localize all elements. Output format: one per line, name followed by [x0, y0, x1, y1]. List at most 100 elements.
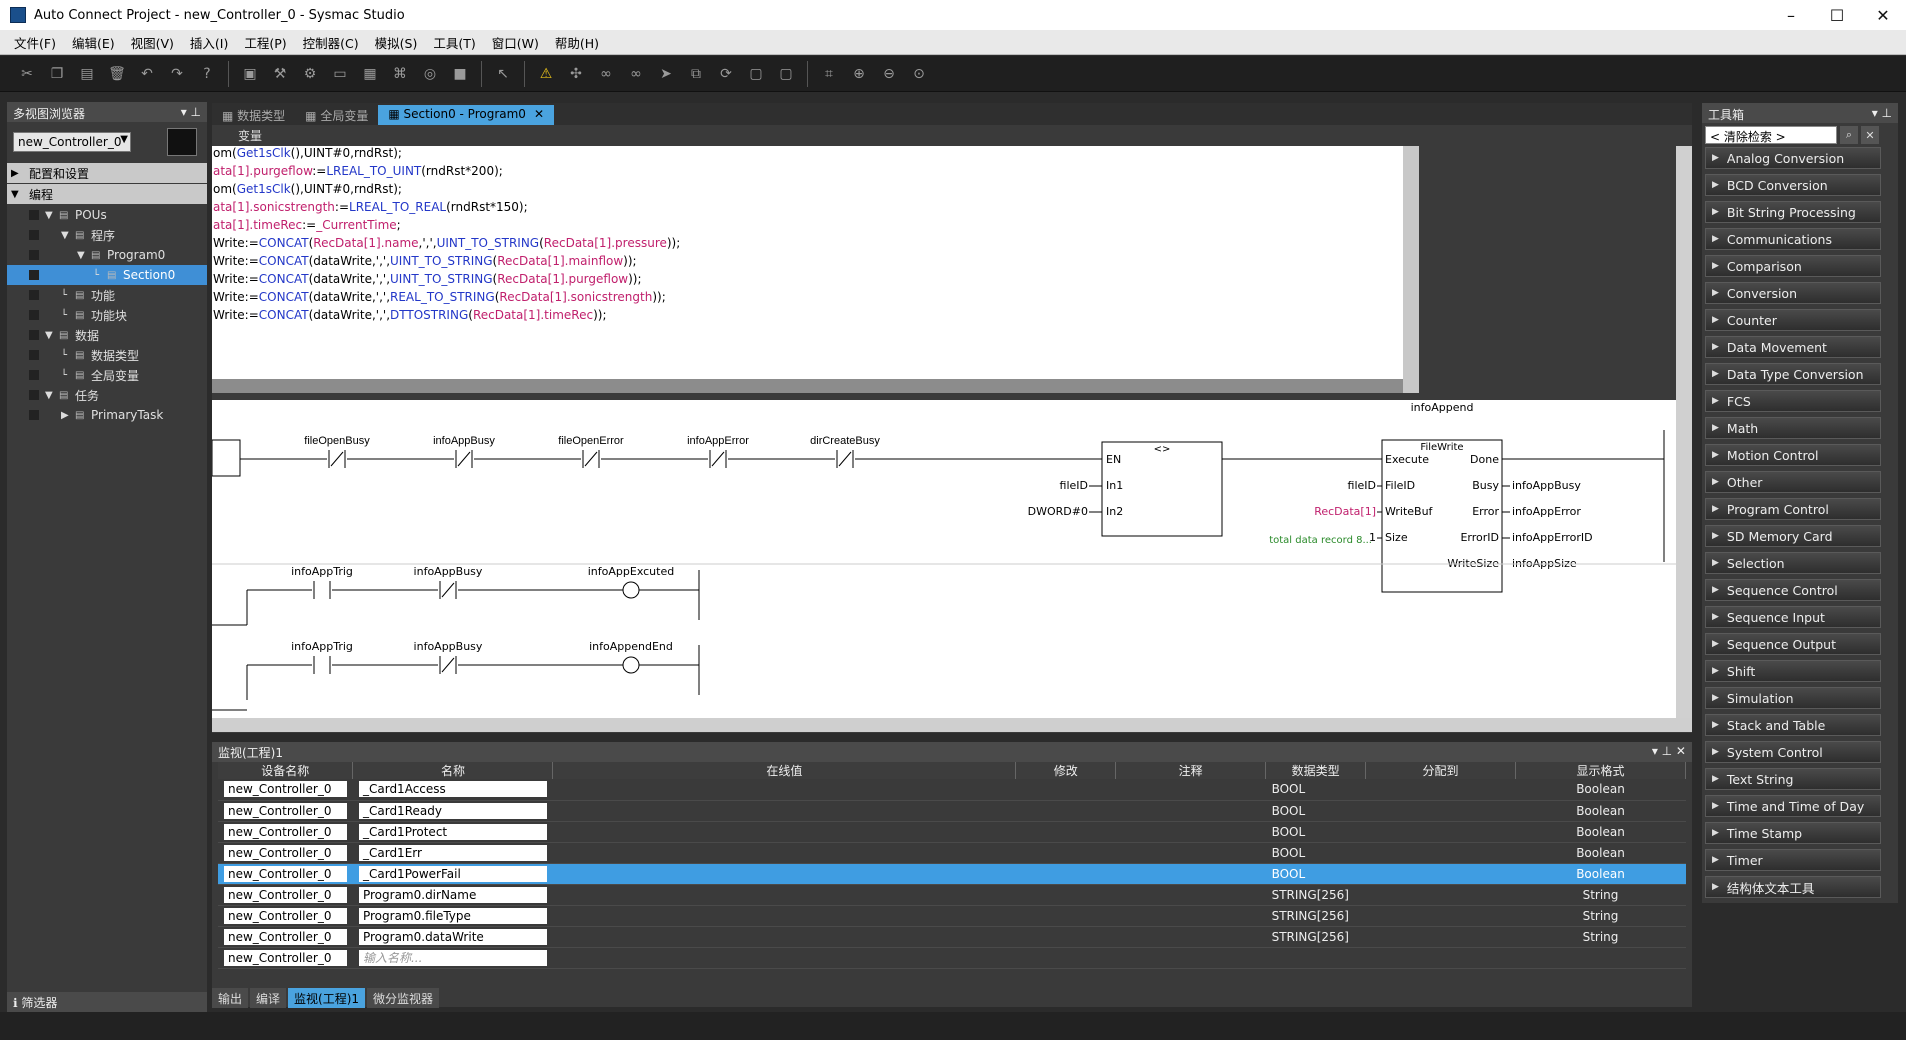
zoom-in-icon[interactable]: ⊕: [847, 62, 871, 86]
tree-checkbox[interactable]: [29, 410, 39, 420]
variable-name[interactable]: Program0.fileType: [358, 907, 547, 924]
fb-instance[interactable]: infoAppend: [1411, 401, 1474, 414]
watch-cell-format[interactable]: Boolean: [1515, 800, 1686, 822]
watch-cell-modify[interactable]: [1015, 884, 1116, 906]
cycle-icon[interactable]: ⟳: [714, 62, 738, 86]
contact-label[interactable]: fileOpenError: [558, 435, 624, 447]
variable-name[interactable]: Program0.dirName: [358, 886, 547, 903]
editor-tab[interactable]: ▦ 数据类型: [212, 105, 295, 125]
tree-item[interactable]: ▼ ▤ 数据: [7, 325, 207, 345]
tree-item[interactable]: ▼ 编程: [7, 184, 207, 204]
contact-label[interactable]: infoAppBusy: [414, 640, 483, 653]
device-name[interactable]: new_Controller_0: [224, 949, 347, 966]
bottom-tab[interactable]: 监视(工程)1: [288, 988, 366, 1008]
toolbox-category[interactable]: ▶ Program Control: [1705, 498, 1881, 520]
contact-label[interactable]: dirCreateBusy: [810, 435, 880, 447]
glasses-x-icon[interactable]: ∞: [624, 62, 648, 86]
controller-toggle-button[interactable]: [167, 128, 197, 156]
minimize-button[interactable]: –: [1768, 0, 1814, 30]
toolbox-category[interactable]: ▶ Math: [1705, 417, 1881, 439]
pin-icon[interactable]: ▾ ⊥: [1872, 106, 1892, 120]
editor-tab[interactable]: ▦ Section0 - Program0 ✕: [378, 105, 555, 125]
watch-column-header[interactable]: 分配到: [1365, 762, 1516, 779]
fit-icon[interactable]: ⌗: [817, 62, 841, 86]
filter-bar[interactable]: ℹ 筛选器: [7, 992, 207, 1012]
zoom-out-icon[interactable]: ⊖: [877, 62, 901, 86]
st-vertical-scrollbar[interactable]: [1403, 146, 1419, 393]
variable-name[interactable]: _Card1Ready: [358, 802, 547, 819]
wrench-icon[interactable]: ⚒: [268, 62, 292, 86]
toolbox-category[interactable]: ▶ Comparison: [1705, 255, 1881, 277]
tree-checkbox[interactable]: [29, 210, 39, 220]
tree-checkbox[interactable]: [29, 330, 39, 340]
toolbox-category[interactable]: ▶ Shift: [1705, 660, 1881, 682]
tree-item[interactable]: ▼ ▤ 任务: [7, 385, 207, 405]
toolbox-category[interactable]: ▶ Text String: [1705, 768, 1881, 790]
menu-item-7[interactable]: 工具(T): [425, 33, 483, 52]
watch-cell-modify[interactable]: [1015, 905, 1116, 927]
fb-input-var[interactable]: fileID: [1348, 479, 1376, 492]
contact-label[interactable]: infoAppBusy: [414, 565, 483, 578]
tree-checkbox[interactable]: [29, 290, 39, 300]
st-horizontal-scrollbar[interactable]: [212, 379, 1403, 393]
watch-cell-format[interactable]: Boolean: [1515, 863, 1686, 885]
compare-icon[interactable]: ⧉: [684, 62, 708, 86]
cut-icon[interactable]: ✂: [15, 62, 39, 86]
menu-item-5[interactable]: 控制器(C): [295, 33, 367, 52]
toolbox-category[interactable]: ▶ Conversion: [1705, 282, 1881, 304]
toolbox-category[interactable]: ▶ Motion Control: [1705, 444, 1881, 466]
toolbox-category[interactable]: ▶ Sequence Input: [1705, 606, 1881, 628]
controller-select[interactable]: new_Controller_0 ▼: [13, 132, 131, 152]
menu-item-9[interactable]: 帮助(H): [547, 33, 607, 52]
clear-icon[interactable]: ✕: [1861, 126, 1879, 144]
watch-row[interactable]: new_Controller_0 Program0.fileType STRING[…: [218, 905, 1686, 927]
toolbox-category[interactable]: ▶ FCS: [1705, 390, 1881, 412]
fb-output-var[interactable]: infoAppError: [1512, 505, 1581, 518]
editor-horizontal-scrollbar[interactable]: [212, 718, 1692, 732]
coil[interactable]: [622, 581, 640, 599]
help-icon[interactable]: ?: [195, 62, 219, 86]
tree-icon[interactable]: ⌘: [388, 62, 412, 86]
fb-output-var[interactable]: infoAppErrorID: [1512, 531, 1593, 544]
variable-name[interactable]: _Card1Err: [358, 844, 547, 861]
toolbox-category[interactable]: ▶ Simulation: [1705, 687, 1881, 709]
bottom-tab[interactable]: 微分监视器: [367, 988, 440, 1008]
toolbox-category[interactable]: ▶ Sequence Control: [1705, 579, 1881, 601]
watch-column-header[interactable]: 修改: [1015, 762, 1117, 779]
copy-icon[interactable]: ❐: [45, 62, 69, 86]
device-name[interactable]: new_Controller_0: [224, 886, 347, 903]
variables-bar[interactable]: 变量: [212, 125, 1692, 143]
watch-column-header[interactable]: 在线值: [552, 762, 1017, 779]
watch-row[interactable]: new_Controller_0 Program0.dataWrite STRING…: [218, 926, 1686, 948]
tree-checkbox[interactable]: [29, 310, 39, 320]
tree-item[interactable]: └ ▤ 全局变量: [7, 365, 207, 385]
build-icon[interactable]: ▣: [238, 62, 262, 86]
watch-cell-format[interactable]: String: [1515, 884, 1686, 906]
tree-checkbox[interactable]: [29, 230, 39, 240]
maximize-button[interactable]: ☐: [1814, 0, 1860, 30]
contact-label[interactable]: infoAppTrig: [291, 640, 353, 653]
undo-icon[interactable]: ↶: [135, 62, 159, 86]
toolbox-category[interactable]: ▶ System Control: [1705, 741, 1881, 763]
watch-row[interactable]: new_Controller_0 _Card1Err BOOL Boolean: [218, 842, 1686, 864]
watch-column-header[interactable]: 注释: [1115, 762, 1267, 779]
fb-output-var[interactable]: infoAppBusy: [1512, 479, 1581, 492]
tree-item[interactable]: └ ▤ 功能块: [7, 305, 207, 325]
device-name[interactable]: new_Controller_0: [224, 907, 347, 924]
tree-checkbox[interactable]: [29, 350, 39, 360]
variable-name[interactable]: _Card1Access: [358, 781, 547, 798]
toolbox-category[interactable]: ▶ Timer: [1705, 849, 1881, 871]
toolbox-category[interactable]: ▶ Sequence Output: [1705, 633, 1881, 655]
toolbox-category[interactable]: ▶ Stack and Table: [1705, 714, 1881, 736]
pin-icon[interactable]: ▾ ⊥: [181, 105, 201, 119]
contact-label[interactable]: infoAppTrig: [291, 565, 353, 578]
watch-row[interactable]: new_Controller_0 _Card1PowerFail BOOL Boole…: [218, 863, 1686, 885]
tree-item[interactable]: ▼ ▤ 程序: [7, 225, 207, 245]
variable-name[interactable]: Program0.dataWrite: [358, 928, 547, 945]
chevron-down-icon[interactable]: ▼: [77, 250, 85, 261]
tree-item[interactable]: ▶ ▤ PrimaryTask: [7, 405, 207, 425]
layout2-icon[interactable]: ▢: [774, 62, 798, 86]
menu-item-8[interactable]: 窗口(W): [484, 33, 547, 52]
coil[interactable]: [622, 656, 640, 674]
toolbox-search-input[interactable]: < 清除检索 >: [1705, 126, 1837, 144]
